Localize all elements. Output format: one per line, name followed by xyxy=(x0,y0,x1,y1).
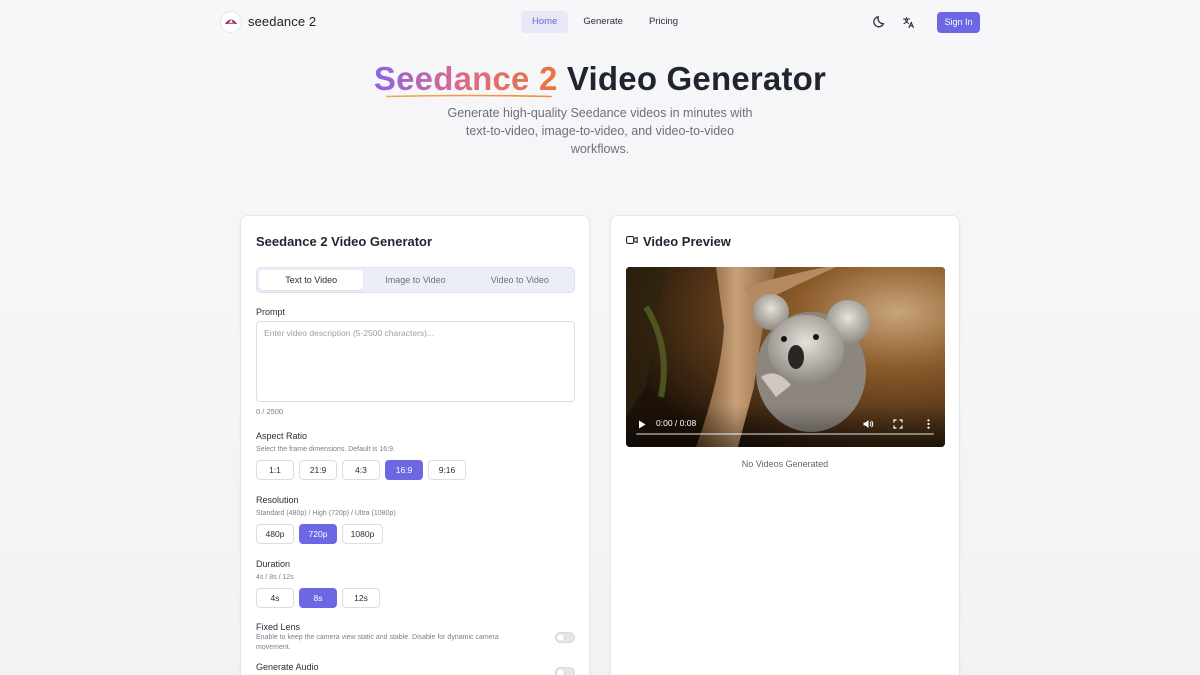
resolution-option-480p[interactable]: 480p xyxy=(256,524,294,544)
prompt-char-counter: 0 / 2500 xyxy=(256,407,284,416)
aspect-ratio-label: Aspect Ratio xyxy=(256,431,308,441)
hero-subtitle: Generate high-quality Seedance videos in… xyxy=(447,106,753,156)
brand-name[interactable]: seedance 2 xyxy=(248,14,316,29)
aspect-option-9-16[interactable]: 9:16 xyxy=(428,460,466,480)
fixed-lens-label: Fixed Lens xyxy=(256,622,301,632)
generate-audio-label: Generate Audio xyxy=(256,662,319,672)
prompt-label: Prompt xyxy=(256,307,286,317)
preview-card: Video Preview 0:00 / 0:08 No Videos Gene… xyxy=(610,215,960,675)
resolution-option-1080p[interactable]: 1080p xyxy=(342,524,383,544)
fixed-lens-toggle[interactable] xyxy=(555,632,575,643)
mode-tabs: Text to Video Image to Video Video to Vi… xyxy=(256,267,575,293)
fixed-lens-hint: Enable to keep the camera view static an… xyxy=(256,634,499,651)
nav-link-home[interactable]: Home xyxy=(521,11,569,33)
resolution-label: Resolution xyxy=(256,495,299,505)
video-controls-bar: 0:00 / 0:08 xyxy=(626,405,945,447)
resolution-options: 480p 720p 1080p xyxy=(256,524,388,544)
nav-link-generate[interactable]: Generate xyxy=(572,11,634,33)
prompt-input[interactable] xyxy=(256,321,575,402)
aspect-option-4-3[interactable]: 4:3 xyxy=(342,460,380,480)
tab-text-to-video[interactable]: Text to Video xyxy=(259,270,364,290)
aspect-option-16-9[interactable]: 16:9 xyxy=(385,460,423,480)
brand-logo-icon[interactable] xyxy=(220,11,242,33)
duration-option-8s[interactable]: 8s xyxy=(299,588,337,608)
video-time-readout: 0:00 / 0:08 xyxy=(656,418,697,428)
video-progress-bar[interactable] xyxy=(636,433,934,435)
resolution-hint: Standard (480p) / High (720p) / Ultra (1… xyxy=(256,510,396,517)
generate-audio-toggle[interactable] xyxy=(555,667,575,675)
sign-in-button[interactable]: Sign In xyxy=(937,12,980,33)
dark-mode-moon-icon[interactable] xyxy=(871,13,889,31)
tab-video-to-video[interactable]: Video to Video xyxy=(468,270,572,290)
duration-option-4s[interactable]: 4s xyxy=(256,588,294,608)
aspect-option-21-9[interactable]: 21:9 xyxy=(299,460,337,480)
play-icon[interactable] xyxy=(636,418,648,430)
aspect-ratio-options: 1:1 21:9 4:3 16:9 9:16 xyxy=(256,460,471,480)
hero-title-highlight: Seedance 2 xyxy=(373,60,558,97)
top-navbar: seedance 2 Home Generate Pricing Sign In xyxy=(0,0,1200,44)
tab-image-to-video[interactable]: Image to Video xyxy=(363,270,467,290)
fullscreen-icon[interactable] xyxy=(892,418,904,430)
resolution-option-720p[interactable]: 720p xyxy=(299,524,337,544)
video-player[interactable]: 0:00 / 0:08 xyxy=(626,267,945,447)
hero-title: Seedance 2 Video Generator xyxy=(0,60,1200,98)
more-options-icon[interactable] xyxy=(922,418,934,430)
nav-link-pricing[interactable]: Pricing xyxy=(638,11,689,33)
duration-label: Duration xyxy=(256,559,291,569)
video-camera-icon xyxy=(626,236,638,244)
duration-options: 4s 8s 12s xyxy=(256,588,385,608)
generator-title: Seedance 2 Video Generator xyxy=(256,234,433,249)
no-videos-message: No Videos Generated xyxy=(741,459,829,469)
main-nav: Home Generate Pricing xyxy=(521,11,693,33)
hero-underline-decoration xyxy=(386,94,552,98)
generator-card: Seedance 2 Video Generator Text to Video… xyxy=(240,215,590,675)
aspect-ratio-hint: Select the frame dimensions. Default is … xyxy=(256,446,395,453)
volume-icon[interactable] xyxy=(862,418,874,430)
duration-option-12s[interactable]: 12s xyxy=(342,588,380,608)
duration-hint: 4s / 8s / 12s xyxy=(256,574,294,581)
language-translate-icon[interactable] xyxy=(899,13,917,31)
aspect-option-1-1[interactable]: 1:1 xyxy=(256,460,294,480)
hero-title-rest: Video Generator xyxy=(566,60,827,97)
preview-title: Video Preview xyxy=(643,234,731,249)
